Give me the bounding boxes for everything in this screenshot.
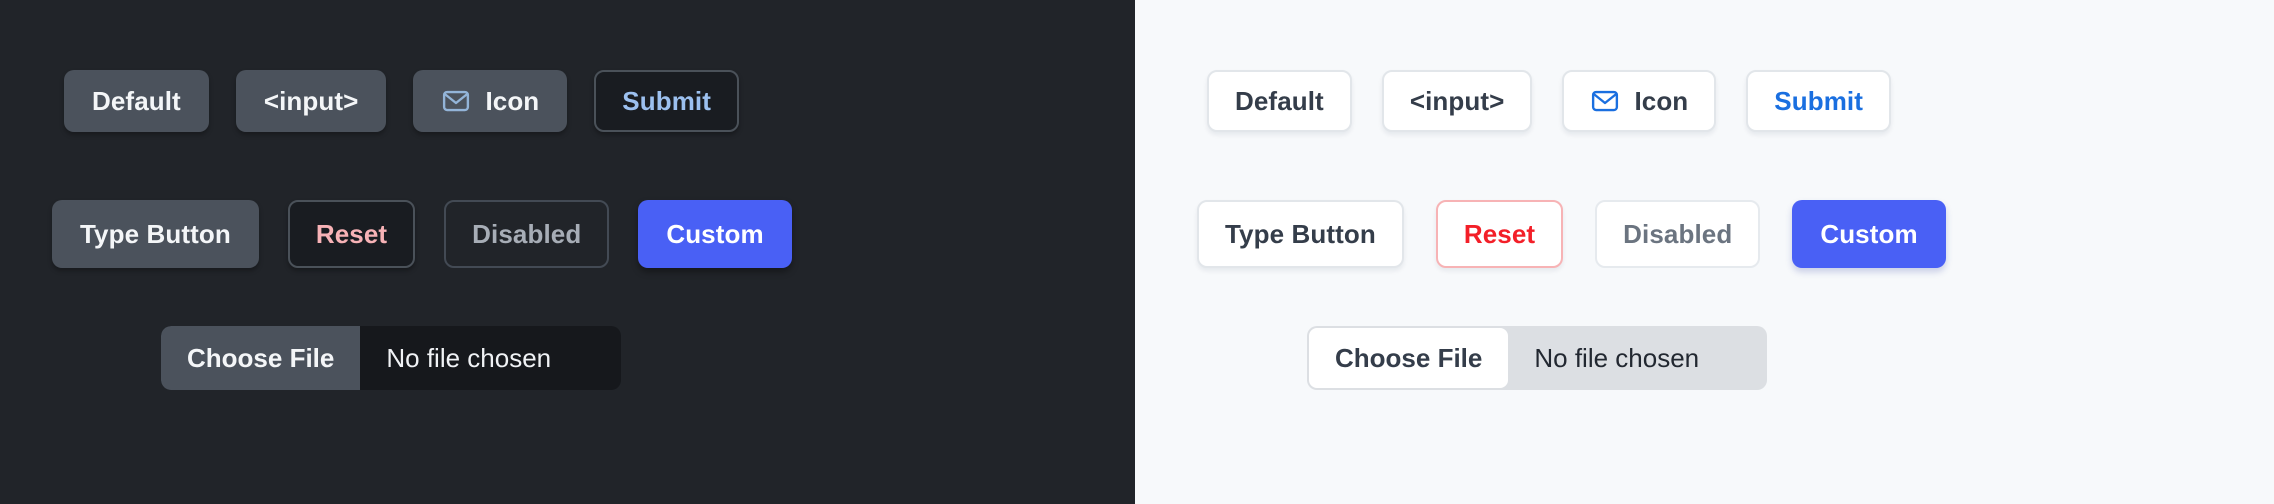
icon-button-label: Icon [485, 86, 540, 116]
file-status-text: No file chosen [1534, 342, 1700, 373]
light-button-row-1: Default <input> Icon Submit [1207, 70, 1892, 132]
submit-button[interactable]: Submit [594, 70, 740, 132]
file-status-text: No file chosen [386, 342, 552, 373]
input-button[interactable]: <input> [1381, 70, 1533, 132]
choose-file-button[interactable]: Choose File [161, 326, 361, 390]
dark-button-row-1: Default <input> Icon Submit [64, 70, 740, 132]
reset-button[interactable]: Reset [1435, 200, 1564, 268]
dark-file-input-row: Choose File No file chosen [161, 326, 621, 390]
icon-button-label: Icon [1634, 86, 1689, 116]
envelope-icon [441, 86, 471, 116]
dark-button-row-2: Type Button Reset Disabled Custom [52, 200, 792, 268]
default-button[interactable]: Default [1207, 70, 1352, 132]
custom-button[interactable]: Custom [1792, 200, 1946, 268]
submit-button[interactable]: Submit [1746, 70, 1892, 132]
default-button[interactable]: Default [64, 70, 209, 132]
reset-button[interactable]: Reset [287, 200, 416, 268]
light-button-row-2: Type Button Reset Disabled Custom [1197, 200, 1946, 268]
input-button[interactable]: <input> [235, 70, 387, 132]
file-input[interactable]: Choose File No file chosen [161, 326, 621, 390]
choose-file-button[interactable]: Choose File [1309, 328, 1509, 388]
file-input[interactable]: Choose File No file chosen [1307, 326, 1767, 390]
light-theme-panel: Default <input> Icon Submit Type Button … [1135, 0, 2274, 504]
light-file-input-row: Choose File No file chosen [1307, 326, 1767, 390]
custom-button[interactable]: Custom [638, 200, 792, 268]
type-button[interactable]: Type Button [52, 200, 259, 268]
icon-button[interactable]: Icon [1562, 70, 1717, 132]
type-button[interactable]: Type Button [1197, 200, 1404, 268]
icon-button[interactable]: Icon [413, 70, 568, 132]
envelope-icon [1590, 86, 1620, 116]
dark-theme-panel: Default <input> Icon Submit Type Button … [0, 0, 1135, 504]
disabled-button: Disabled [444, 200, 610, 268]
button-showcase-screenshot: Default <input> Icon Submit Type Button … [0, 0, 2274, 504]
disabled-button: Disabled [1595, 200, 1761, 268]
